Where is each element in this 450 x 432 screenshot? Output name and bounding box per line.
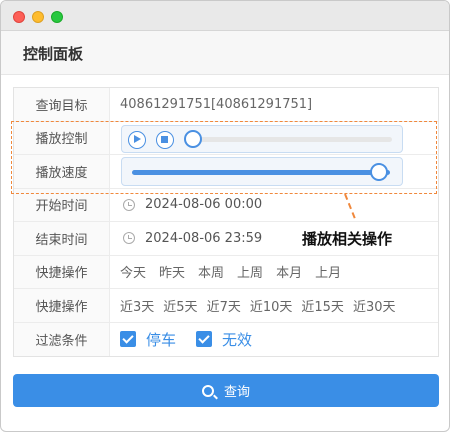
playback-highlight-box [11, 121, 437, 194]
quick-option-today[interactable]: 今天 [120, 262, 146, 281]
quick-option-7-days[interactable]: 近7天 [207, 296, 241, 315]
quick-ops-label-1: 快捷操作 [14, 255, 110, 288]
quick-option-last-week[interactable]: 上周 [237, 262, 263, 281]
filter-row: 过滤条件 停车 无效 [14, 322, 438, 357]
annotation-label: 播放相关操作 [302, 230, 393, 248]
quick-option-this-month[interactable]: 本月 [276, 262, 302, 281]
minimize-window-button[interactable] [32, 11, 44, 23]
zoom-window-button[interactable] [51, 11, 63, 23]
query-target-label: 查询目标 [14, 88, 110, 121]
end-time-label: 结束时间 [14, 222, 110, 255]
quick-ops-list-1: 今天 昨天 本周 上周 本月 上月 [110, 256, 438, 289]
invalid-checkbox-label[interactable]: 无效 [222, 329, 252, 350]
quick-option-yesterday[interactable]: 昨天 [159, 262, 185, 281]
parking-checkbox[interactable] [120, 331, 136, 348]
invalid-checkbox[interactable] [196, 331, 213, 348]
quick-option-5-days[interactable]: 近5天 [163, 296, 197, 315]
quick-option-10-days[interactable]: 近10天 [250, 296, 293, 315]
clock-icon [123, 232, 135, 245]
query-target-row: 查询目标 40861291751[40861291751] [14, 88, 438, 122]
quick-option-3-days[interactable]: 近3天 [120, 296, 154, 315]
parking-checkbox-label[interactable]: 停车 [146, 329, 176, 350]
quick-ops-row-1: 快捷操作 今天 昨天 本周 上周 本月 上月 [14, 255, 438, 289]
quick-option-last-month[interactable]: 上月 [315, 262, 341, 281]
query-button-label: 查询 [223, 385, 250, 400]
panel-header: 控制面板 [1, 31, 449, 75]
filter-label: 过滤条件 [14, 322, 110, 356]
title-bar [1, 1, 449, 31]
quick-option-30-days[interactable]: 近30天 [353, 296, 396, 315]
page-title: 控制面板 [23, 45, 84, 63]
filter-options: 停车 无效 [110, 323, 438, 357]
quick-option-15-days[interactable]: 近15天 [301, 296, 344, 315]
clock-icon [123, 198, 135, 211]
query-target-value[interactable]: 40861291751[40861291751] [110, 88, 438, 121]
close-window-button[interactable] [13, 11, 25, 23]
search-icon [201, 384, 214, 397]
start-time-value: 2024-08-06 00:00 [145, 197, 263, 213]
quick-ops-list-2: 近3天 近5天 近7天 近10天 近15天 近30天 [110, 289, 438, 322]
app-window: 控制面板 查询目标 40861291751[40861291751] 播放控制 … [0, 0, 450, 432]
quick-ops-row-2: 快捷操作 近3天 近5天 近7天 近10天 近15天 近30天 [14, 289, 438, 323]
quick-ops-label-2: 快捷操作 [14, 289, 110, 322]
query-button[interactable]: 查询 [13, 374, 439, 407]
end-time-value: 2024-08-06 23:59 [145, 230, 263, 246]
quick-option-this-week[interactable]: 本周 [198, 262, 224, 281]
